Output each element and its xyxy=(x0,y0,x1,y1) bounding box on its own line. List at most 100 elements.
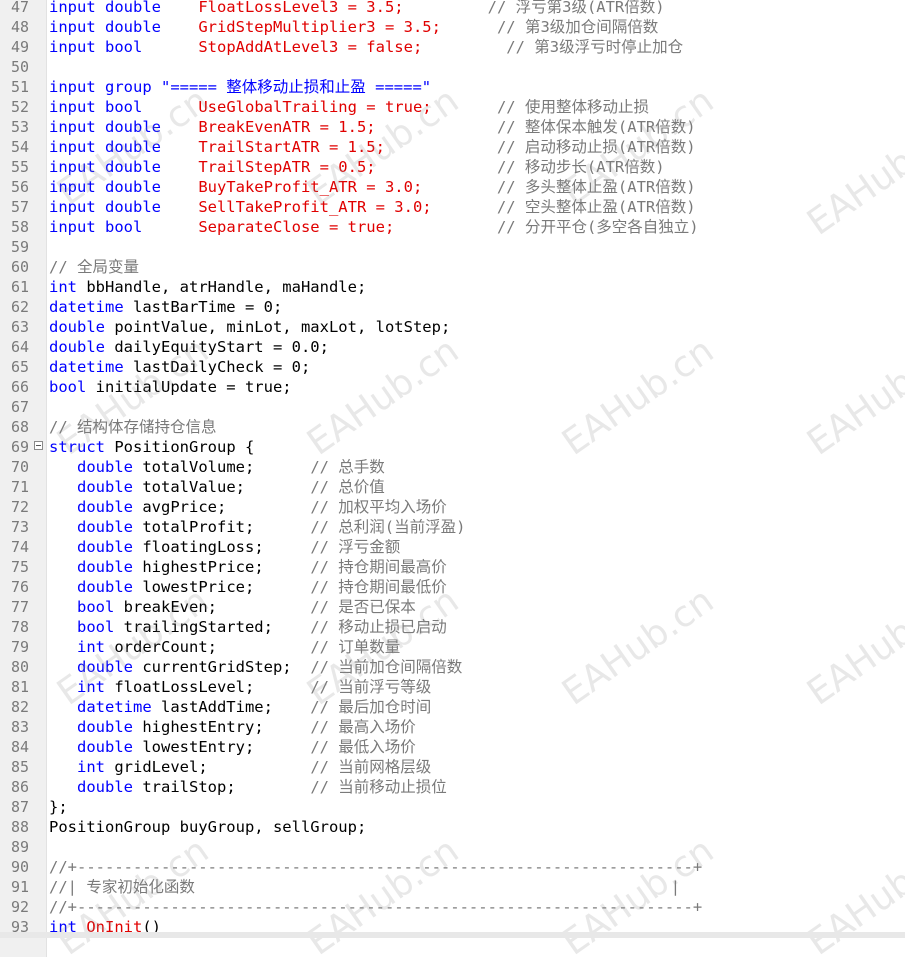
code-line[interactable]: 83 double highestEntry; // 最高入场价 xyxy=(0,717,905,737)
code-line[interactable]: 92 //+-----------------------------------… xyxy=(0,897,905,917)
line-number: 56 xyxy=(10,178,29,196)
code-line[interactable]: 70 double totalVolume; // 总手数 xyxy=(0,457,905,477)
code-line[interactable]: 88 PositionGroup buyGroup, sellGroup; xyxy=(0,817,905,837)
code-line[interactable]: 73 double totalProfit; // 总利润(当前浮盈) xyxy=(0,517,905,537)
line-number: 86 xyxy=(10,778,29,796)
line-number: 65 xyxy=(10,358,29,376)
line-number: 91 xyxy=(10,878,29,896)
code-line[interactable]: 55 input double TrailStepATR = 0.5; // 移动… xyxy=(0,157,905,177)
code-line[interactable]: 56 input double BuyTakeProfit_ATR = 3.0; … xyxy=(0,177,905,197)
line-number: 48 xyxy=(10,18,29,36)
code-line[interactable]: 49 input bool StopAddAtLevel3 = false; //… xyxy=(0,37,905,57)
line-number: 64 xyxy=(10,338,29,356)
code-line[interactable]: 89 xyxy=(0,837,905,857)
code-text: input double BreakEvenATR = 1.5; // 整体保本… xyxy=(49,117,696,137)
code-line[interactable]: 59 xyxy=(0,237,905,257)
horizontal-scrollbar[interactable] xyxy=(0,932,905,938)
code-line[interactable]: 87}; xyxy=(0,797,905,817)
code-line[interactable]: 79 int orderCount; // 订单数量 xyxy=(0,637,905,657)
code-text: double avgPrice; // 加权平均入场价 xyxy=(49,497,447,517)
code-token: SellTakeProfit_ATR = 3.0; xyxy=(198,198,432,216)
code-keyword: input double xyxy=(49,178,161,196)
code-line[interactable]: 50 xyxy=(0,57,905,77)
code-line[interactable]: 78 bool trailingStarted; // 移动止损已启动 xyxy=(0,617,905,637)
line-number: 52 xyxy=(10,98,29,116)
code-line[interactable]: 63 double pointValue, minLot, maxLot, lot… xyxy=(0,317,905,337)
line-number: 54 xyxy=(10,138,29,156)
code-line[interactable]: 85 int gridLevel; // 当前网格层级 xyxy=(0,757,905,777)
code-keyword: datetime xyxy=(49,298,124,316)
code-text: int bbHandle, atrHandle, maHandle; xyxy=(49,277,366,297)
code-line[interactable]: 82 datetime lastAddTime; // 最后加仓时间 xyxy=(0,697,905,717)
code-keyword: int xyxy=(77,678,105,696)
code-line[interactable]: 65 datetime lastDailyCheck = 0; xyxy=(0,357,905,377)
code-comment: // 总价值 xyxy=(310,478,385,496)
code-token: trailingStarted; xyxy=(114,618,311,636)
code-line[interactable]: 68 // 结构体存储持仓信息 xyxy=(0,417,905,437)
code-line[interactable]: 90 //+-----------------------------------… xyxy=(0,857,905,877)
code-keyword: bool xyxy=(77,598,115,616)
code-line[interactable]: 52 input bool UseGlobalTrailing = true; /… xyxy=(0,97,905,117)
code-token: GridStepMultiplier3 = 3.5; xyxy=(198,18,441,36)
code-line[interactable]: 58 input bool SeparateClose = true; // 分开… xyxy=(0,217,905,237)
code-line[interactable]: 61 int bbHandle, atrHandle, maHandle; xyxy=(0,277,905,297)
code-text: double dailyEquityStart = 0.0; xyxy=(49,337,329,357)
code-line[interactable]: 51 input group "===== 整体移动止损和止盈 =====" xyxy=(0,77,905,97)
code-text: input double TrailStepATR = 0.5; // 移动步长… xyxy=(49,157,665,177)
code-line[interactable]: 75 double highestPrice; // 持仓期间最高价 xyxy=(0,557,905,577)
code-line[interactable]: 47 input double FloatLossLevel3 = 3.5; //… xyxy=(0,0,905,17)
code-line[interactable]: 91 //| 专家初始化函数 | xyxy=(0,877,905,897)
code-text: double lowestPrice; // 持仓期间最低价 xyxy=(49,577,447,597)
code-lines[interactable]: 47 input double FloatLossLevel3 = 3.5; //… xyxy=(0,0,905,937)
code-line[interactable]: 67 xyxy=(0,397,905,417)
code-comment: // 当前移动止损位 xyxy=(310,778,447,796)
code-line[interactable]: 66 bool initialUpdate = true; xyxy=(0,377,905,397)
code-line[interactable]: 77 bool breakEven; // 是否已保本 xyxy=(0,597,905,617)
code-token: FloatLossLevel3 xyxy=(198,0,339,16)
code-token: lowestEntry; xyxy=(133,738,311,756)
code-editor[interactable]: 47 input double FloatLossLevel3 = 3.5; //… xyxy=(0,0,905,957)
code-comment: // 订单数量 xyxy=(310,638,401,656)
code-comment: // 多头整体止盈(ATR倍数) xyxy=(422,178,696,196)
code-line[interactable]: 84 double lowestEntry; // 最低入场价 xyxy=(0,737,905,757)
code-line[interactable]: 81 int floatLossLevel; // 当前浮亏等级 xyxy=(0,677,905,697)
code-line[interactable]: 69 struct PositionGroup { xyxy=(0,437,905,457)
line-number: 68 xyxy=(10,418,29,436)
code-token: breakEven; xyxy=(114,598,311,616)
fold-toggle-icon[interactable] xyxy=(34,441,43,450)
code-line[interactable]: 72 double avgPrice; // 加权平均入场价 xyxy=(0,497,905,517)
code-line[interactable]: 64 double dailyEquityStart = 0.0; xyxy=(0,337,905,357)
code-line[interactable]: 76 double lowestPrice; // 持仓期间最低价 xyxy=(0,577,905,597)
code-token: BuyTakeProfit_ATR = 3.0; xyxy=(198,178,423,196)
code-line[interactable]: 57 input double SellTakeProfit_ATR = 3.0;… xyxy=(0,197,905,217)
code-token: TrailStepATR = 0.5; xyxy=(198,158,376,176)
code-line[interactable]: 71 double totalValue; // 总价值 xyxy=(0,477,905,497)
line-number: 49 xyxy=(10,38,29,56)
code-line[interactable]: 48 input double GridStepMultiplier3 = 3.5… xyxy=(0,17,905,37)
code-line[interactable]: 60 // 全局变量 xyxy=(0,257,905,277)
code-line[interactable]: 86 double trailStop; // 当前移动止损位 xyxy=(0,777,905,797)
code-comment: // 使用整体移动止损 xyxy=(431,98,649,116)
line-number: 78 xyxy=(10,618,29,636)
code-token: lastBarTime = 0; xyxy=(123,298,283,316)
code-keyword: input double xyxy=(49,158,161,176)
code-comment: //+-------------------------------------… xyxy=(49,898,703,916)
line-number: 70 xyxy=(10,458,29,476)
code-line[interactable]: 80 double currentGridStep; // 当前加仓间隔倍数 xyxy=(0,657,905,677)
code-comment: // 第3级加仓间隔倍数 xyxy=(440,18,659,36)
code-text: bool trailingStarted; // 移动止损已启动 xyxy=(49,617,447,637)
code-text: datetime lastDailyCheck = 0; xyxy=(49,357,310,377)
code-line[interactable]: 53 input double BreakEvenATR = 1.5; // 整体… xyxy=(0,117,905,137)
code-text: //+-------------------------------------… xyxy=(49,897,702,917)
code-line[interactable]: 54 input double TrailStartATR = 1.5; // 启… xyxy=(0,137,905,157)
code-line[interactable]: 74 double floatingLoss; // 浮亏金额 xyxy=(0,537,905,557)
code-line[interactable]: 62 datetime lastBarTime = 0; xyxy=(0,297,905,317)
code-comment: // 总利润(当前浮盈) xyxy=(310,518,466,536)
code-keyword: datetime xyxy=(77,698,152,716)
